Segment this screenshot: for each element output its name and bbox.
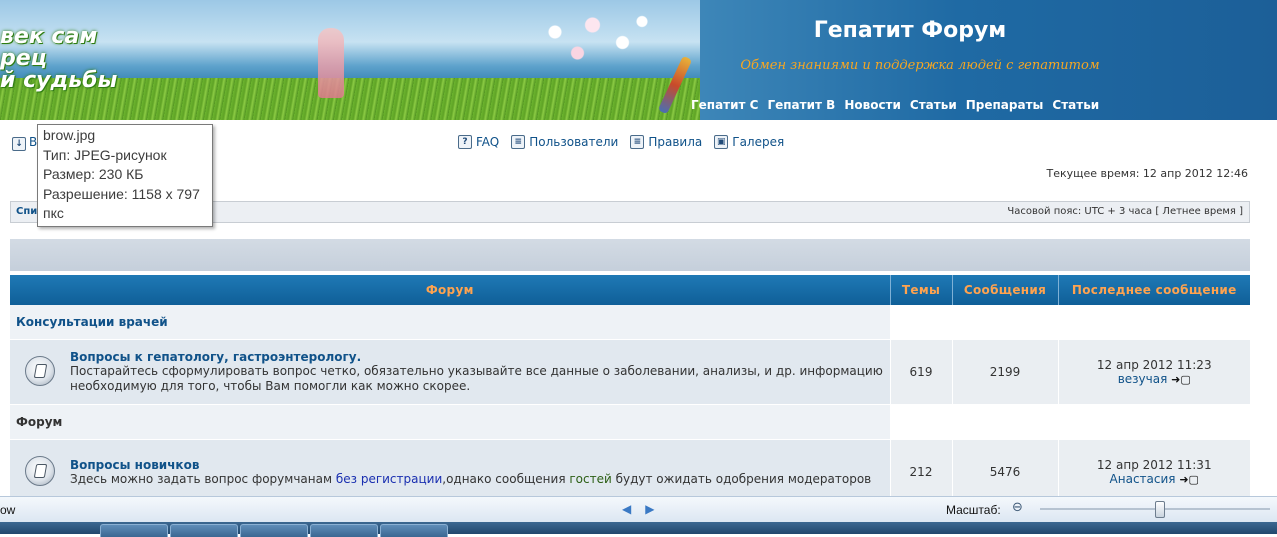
taskbar xyxy=(0,522,1277,537)
last-post-user[interactable]: везучая xyxy=(1118,372,1168,386)
nav-drugs[interactable]: Препараты xyxy=(966,98,1044,112)
zoom-slider[interactable] xyxy=(1040,501,1270,518)
column-header-topics: Темы xyxy=(890,275,953,305)
category-row: Форум xyxy=(10,404,1250,440)
list-icon: ≡ xyxy=(630,135,645,149)
rules-link[interactable]: ≡ Правила xyxy=(630,135,702,149)
tooltip-line: brow.jpg xyxy=(43,127,96,143)
last-post-date: 12 апр 2012 11:31 xyxy=(1096,458,1212,472)
zoom-label: Масштаб: xyxy=(946,503,1001,517)
column-header-last-post: Последнее сообщение xyxy=(1058,275,1250,305)
faq-label: FAQ xyxy=(476,135,500,149)
last-post-user[interactable]: Анастасия xyxy=(1110,472,1176,486)
last-post-date: 12 апр 2012 11:23 xyxy=(1096,358,1212,372)
forum-row: Вопросы к гепатологу, гастроэнтерологу. … xyxy=(10,339,1250,405)
guests-link[interactable]: гостей xyxy=(569,472,611,486)
forum-read-icon xyxy=(25,355,55,386)
forum-header-band xyxy=(10,239,1250,271)
topics-count: 619 xyxy=(890,339,953,405)
forum-title-link[interactable]: Вопросы к гепатологу, гастроэнтерологу. xyxy=(70,350,361,364)
site-description: Обмен знаниями и поддержка людей с гепат… xyxy=(740,58,1100,73)
last-post: 12 апр 2012 11:23 везучая ➜▢ xyxy=(1058,339,1250,405)
users-label: Пользователи xyxy=(529,135,619,149)
forum-description: Здесь можно задать вопрос форумчанам без… xyxy=(70,471,872,486)
nav-hepatitis-b[interactable]: Гепатит В xyxy=(767,98,835,112)
current-time: Текущее время: 12 апр 2012 12:46 xyxy=(1046,167,1248,180)
rules-label: Правила xyxy=(648,135,703,149)
taskbar-button[interactable] xyxy=(380,524,448,537)
column-header-forum: Форум xyxy=(10,275,891,305)
posts-count: 5476 xyxy=(952,439,1059,505)
breadcrumb[interactable]: Спи xyxy=(16,206,37,217)
forum-description: Постарайтесь сформулировать вопрос четко… xyxy=(70,364,883,393)
taskbar-button[interactable] xyxy=(170,524,238,537)
nav-hepatitis-c[interactable]: Гепатит С xyxy=(691,98,758,112)
gallery-label: Галерея xyxy=(732,135,785,149)
tooltip-line: пкс xyxy=(43,205,64,221)
nav-articles[interactable]: Статьи xyxy=(910,98,957,112)
file-tooltip: brow.jpg Тип: JPEG-рисунок Размер: 230 К… xyxy=(37,124,213,227)
slogan-line: век сам xyxy=(0,24,98,49)
category-row: Консультации врачей xyxy=(10,305,1250,340)
banner-figure xyxy=(318,28,344,98)
tooltip-line: Разрешение: 1158 x 797 xyxy=(43,185,200,202)
forum-title-link[interactable]: Вопросы новичков xyxy=(70,458,199,472)
goto-post-icon[interactable]: ➜▢ xyxy=(1171,373,1191,386)
tooltip-line: Размер: 230 КБ xyxy=(43,166,144,182)
slogan-line: й судьбы xyxy=(0,68,118,93)
users-link[interactable]: ≡ Пользователи xyxy=(511,135,618,149)
login-link-label: В xyxy=(29,135,38,149)
gallery-link[interactable]: ▣ Галерея xyxy=(714,135,784,149)
nav-news[interactable]: Новости xyxy=(844,98,901,112)
quick-links: ? FAQ ≡ Пользователи ≡ Правила ▣ Галерея xyxy=(458,135,784,149)
viewer-toolbar: ow ◀ ▶ Масштаб: ⊖ xyxy=(0,496,1277,523)
forum-table: Форум Темы Сообщения Последнее сообщение… xyxy=(10,275,1250,505)
tooltip-line: Тип: JPEG-рисунок xyxy=(43,146,167,163)
site-banner: век сам рец й судьбы Гепатит Форум Обмен… xyxy=(0,0,1277,120)
previous-arrow-icon[interactable]: ◀ xyxy=(622,502,631,516)
goto-post-icon[interactable]: ➜▢ xyxy=(1179,473,1199,486)
gallery-icon: ▣ xyxy=(714,135,729,149)
topics-count: 212 xyxy=(890,439,953,505)
banner-slogan: век сам рец й судьбы xyxy=(0,26,117,92)
site-title[interactable]: Гепатит Форум xyxy=(690,18,1130,43)
category-name[interactable]: Консультации врачей xyxy=(10,305,891,340)
nav-articles-2[interactable]: Статьи xyxy=(1052,98,1099,112)
timezone-label: Часовой пояс: UTC + 3 часа [ Летнее врем… xyxy=(1007,206,1243,217)
last-post: 12 апр 2012 11:31 Анастасия ➜▢ xyxy=(1058,439,1250,505)
next-arrow-icon[interactable]: ▶ xyxy=(645,502,654,516)
taskbar-button[interactable] xyxy=(240,524,308,537)
zoom-out-icon[interactable]: ⊖ xyxy=(1012,501,1026,515)
help-icon: ? xyxy=(458,135,472,149)
slogan-line: рец xyxy=(0,46,47,71)
no-registration-link[interactable]: без регистрации xyxy=(336,472,442,486)
zoom-slider-knob[interactable] xyxy=(1155,501,1165,518)
faq-link[interactable]: ? FAQ xyxy=(458,135,499,149)
list-icon: ≡ xyxy=(511,135,526,149)
posts-count: 2199 xyxy=(952,339,1059,405)
category-name[interactable]: Форум xyxy=(10,404,891,440)
login-link[interactable]: ↓ В xyxy=(12,135,37,151)
login-icon: ↓ xyxy=(12,137,26,151)
taskbar-button[interactable] xyxy=(100,524,168,537)
banner-blossom xyxy=(510,4,660,74)
forum-row: Вопросы новичков Здесь можно задать вопр… xyxy=(10,439,1250,505)
taskbar-button[interactable] xyxy=(310,524,378,537)
forum-read-icon xyxy=(25,455,55,486)
top-nav: Гепатит С Гепатит В Новости Статьи Препа… xyxy=(691,98,1099,112)
viewer-nav: ◀ ▶ xyxy=(622,502,654,516)
viewer-filename: ow xyxy=(0,503,16,517)
column-header-posts: Сообщения xyxy=(952,275,1059,305)
